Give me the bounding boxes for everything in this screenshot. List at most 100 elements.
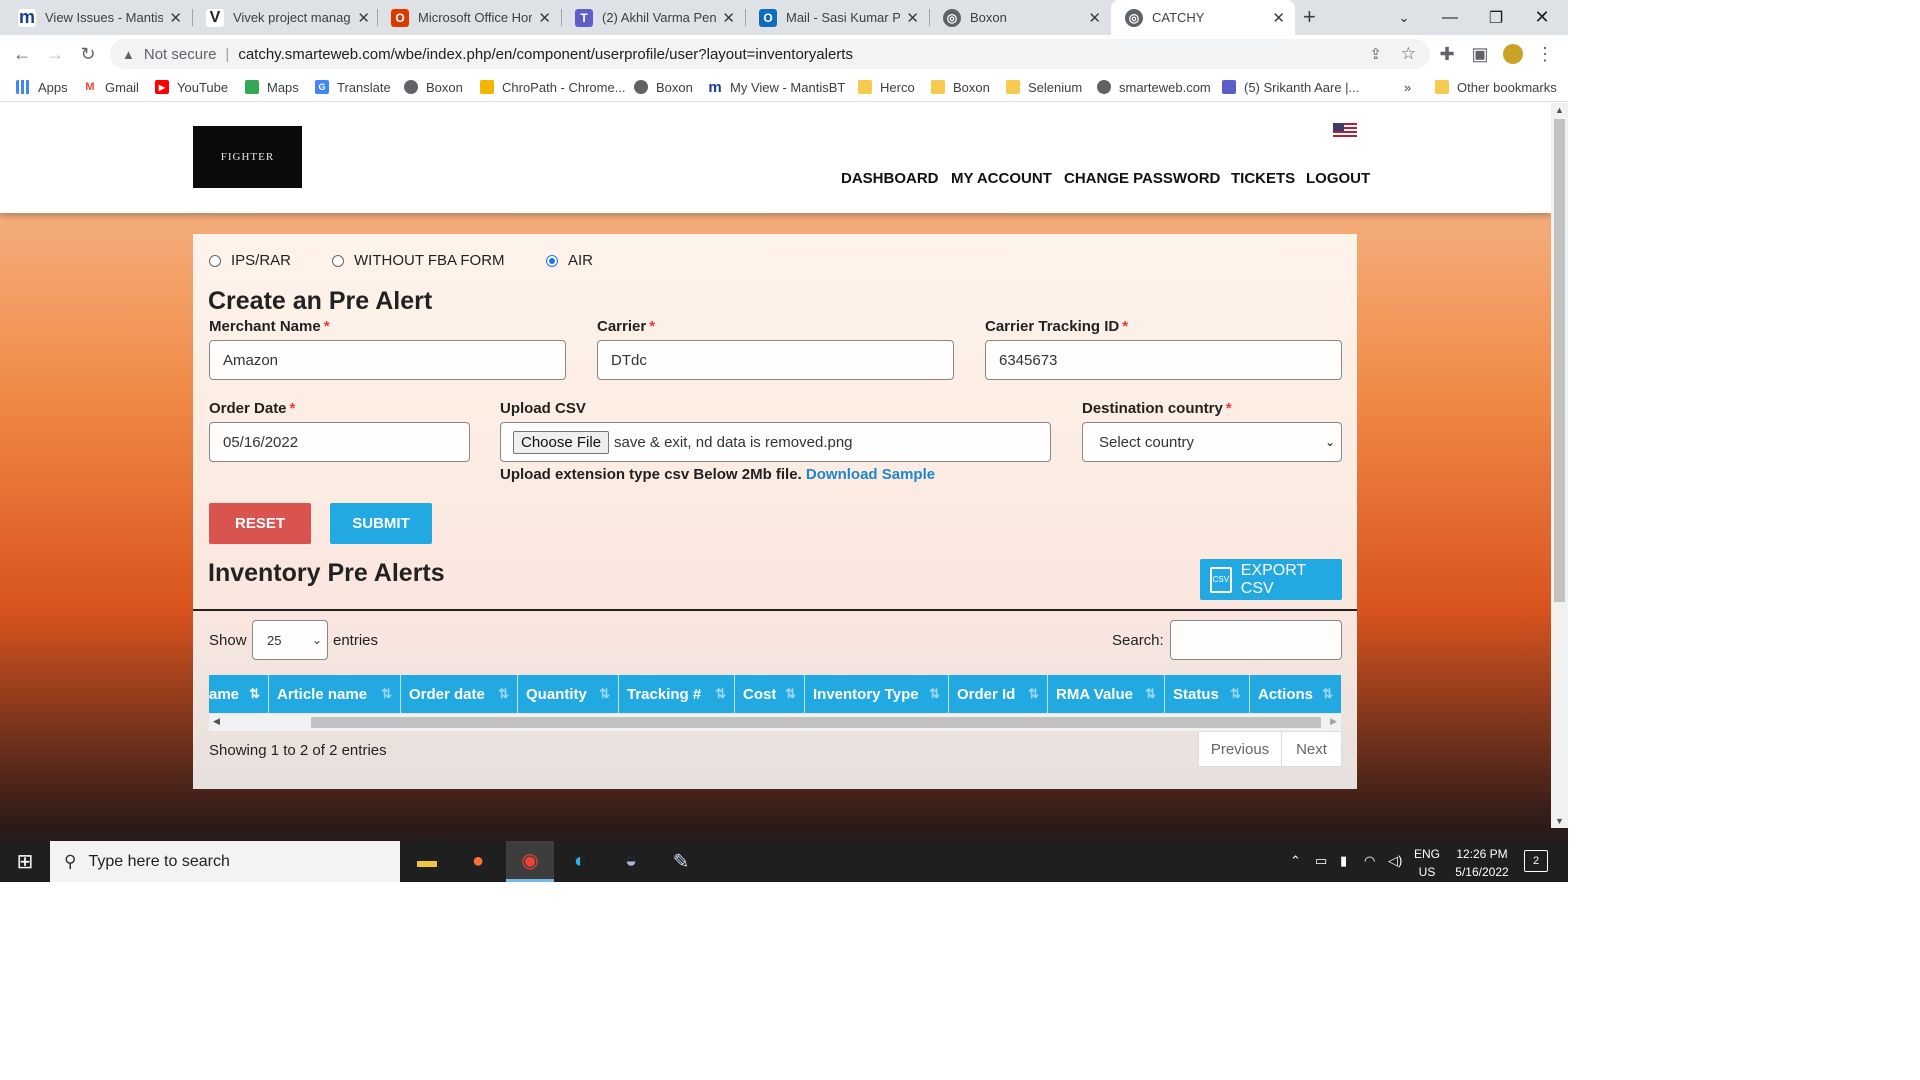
bookmark-boxon-2[interactable]: Boxon: [634, 78, 693, 96]
radio-button-selected[interactable]: [546, 254, 558, 267]
bookmark-apps[interactable]: Apps: [16, 78, 68, 96]
share-icon[interactable]: ⇪: [1369, 45, 1382, 63]
star-icon[interactable]: ☆: [1401, 44, 1416, 64]
scroll-down-icon[interactable]: ▼: [1555, 816, 1564, 826]
tray-chevron-icon[interactable]: ⌃: [1290, 853, 1301, 869]
other-bookmarks[interactable]: Other bookmarks: [1435, 78, 1557, 96]
avatar[interactable]: [1500, 41, 1526, 67]
close-icon[interactable]: ✕: [906, 9, 919, 27]
tracking-id-input[interactable]: 6345673: [985, 340, 1342, 380]
order-date-input[interactable]: 05/16/2022: [209, 422, 470, 462]
close-icon[interactable]: ✕: [357, 9, 370, 27]
meet-icon[interactable]: ▭: [1315, 853, 1327, 869]
tab-6-active[interactable]: ◎ CATCHY ✕: [1111, 0, 1295, 35]
radio-air[interactable]: AIR: [546, 252, 593, 269]
minimize-button[interactable]: —: [1428, 0, 1472, 35]
bookmark-herco[interactable]: Herco: [858, 78, 915, 96]
reload-icon[interactable]: ↻: [75, 41, 101, 67]
tab-2[interactable]: O Microsoft Office Hom ✕: [377, 0, 561, 35]
bookmark-boxon-folder[interactable]: Boxon: [931, 78, 990, 96]
carrier-input[interactable]: DTdc: [597, 340, 954, 380]
bookmark-chropath[interactable]: ChroPath - Chrome...: [480, 78, 626, 96]
column-header[interactable]: Article name ⇅: [269, 675, 401, 713]
language-indicator[interactable]: ENG US: [1413, 845, 1441, 881]
nav-logout[interactable]: LOGOUT: [1306, 170, 1370, 187]
forward-icon[interactable]: →: [42, 41, 68, 67]
column-header[interactable]: Quantity ⇅: [518, 675, 619, 713]
notification-center-icon[interactable]: 2: [1524, 850, 1548, 872]
tab-1[interactable]: V Vivek project managr ✕: [192, 0, 380, 35]
export-csv-button[interactable]: CSV EXPORT CSV: [1200, 559, 1342, 600]
eclipse-icon[interactable]: ◒: [615, 846, 647, 876]
previous-page-button[interactable]: Previous: [1198, 731, 1282, 767]
paint-icon[interactable]: ✎: [665, 846, 697, 876]
url-text[interactable]: catchy.smarteweb.com/wbe/index.php/en/co…: [238, 46, 853, 63]
page-size-select[interactable]: 25 ⌄: [252, 620, 328, 660]
firefox-icon[interactable]: ●: [462, 846, 494, 876]
windows-start-icon[interactable]: ⊞: [9, 846, 41, 876]
extensions-icon[interactable]: ✚: [1434, 41, 1460, 67]
bookmark-mantis[interactable]: m My View - MantisBT: [708, 78, 845, 96]
nav-tickets[interactable]: TICKETS: [1231, 170, 1295, 187]
address-bar[interactable]: ▲ Not secure | catchy.smarteweb.com/wbe/…: [110, 39, 1430, 69]
edge-icon[interactable]: ◐: [564, 846, 596, 876]
nav-dashboard[interactable]: DASHBOARD: [841, 170, 939, 187]
nav-change-password[interactable]: CHANGE PASSWORD: [1064, 170, 1220, 187]
file-explorer-icon[interactable]: ▬: [411, 846, 443, 876]
bookmark-translate[interactable]: G Translate: [315, 78, 391, 96]
bookmark-youtube[interactable]: ▶ YouTube: [155, 78, 228, 96]
close-icon[interactable]: ✕: [1272, 9, 1285, 27]
back-icon[interactable]: ←: [9, 41, 35, 67]
close-window-button[interactable]: ✕: [1520, 0, 1564, 35]
taskbar-search-input[interactable]: ⚲ Type here to search: [50, 841, 400, 882]
volume-icon[interactable]: ◁): [1388, 853, 1402, 869]
tab-search-icon[interactable]: ⌄: [1382, 0, 1426, 35]
close-icon[interactable]: ✕: [538, 9, 551, 27]
wifi-icon[interactable]: ◠: [1364, 853, 1375, 869]
submit-button[interactable]: SUBMIT: [330, 503, 432, 544]
bookmark-smarteweb[interactable]: smarteweb.com: [1097, 78, 1211, 96]
us-flag-icon[interactable]: [1333, 123, 1357, 138]
page-vertical-scrollbar[interactable]: ▲ ▼: [1551, 103, 1568, 828]
column-header[interactable]: Actions ⇅: [1250, 675, 1341, 713]
column-header[interactable]: Cost ⇅: [735, 675, 805, 713]
scrollbar-thumb[interactable]: [1554, 119, 1565, 602]
scroll-left-icon[interactable]: ◀: [213, 716, 220, 727]
more-bookmarks-button[interactable]: »: [1404, 78, 1411, 96]
close-icon[interactable]: ✕: [169, 9, 182, 27]
bookmark-maps[interactable]: Maps: [245, 78, 299, 96]
battery-icon[interactable]: ▮: [1340, 853, 1347, 869]
radio-button[interactable]: [332, 254, 344, 267]
site-logo[interactable]: FIGHTER: [193, 126, 302, 188]
reset-button[interactable]: RESET: [209, 503, 311, 544]
choose-file-button[interactable]: Choose File: [513, 430, 610, 454]
radio-ips-rar[interactable]: IPS/RAR: [209, 252, 291, 269]
warning-icon[interactable]: ▲: [122, 47, 135, 62]
merchant-input[interactable]: Amazon: [209, 340, 566, 380]
destination-country-select[interactable]: Select country ⌄: [1082, 422, 1342, 462]
radio-without-fba[interactable]: WITHOUT FBA FORM: [332, 252, 505, 269]
column-header[interactable]: RMA Value ⇅: [1048, 675, 1165, 713]
close-icon[interactable]: ✕: [1088, 9, 1101, 27]
radio-button[interactable]: [209, 254, 221, 267]
bookmark-gmail[interactable]: M Gmail: [83, 78, 139, 96]
column-header[interactable]: Order date ⇅: [401, 675, 518, 713]
chrome-icon[interactable]: ◉: [506, 841, 554, 882]
next-page-button[interactable]: Next: [1281, 731, 1342, 767]
menu-kebab-icon[interactable]: ⋮: [1532, 41, 1558, 67]
column-header[interactable]: Inventory Type ⇅: [805, 675, 949, 713]
side-panel-icon[interactable]: ▣: [1467, 41, 1493, 67]
bookmark-boxon-1[interactable]: Boxon: [404, 78, 463, 96]
security-label[interactable]: Not secure: [144, 46, 217, 63]
file-upload-input[interactable]: Choose File save & exit, nd data is remo…: [500, 422, 1051, 462]
tab-5[interactable]: ◎ Boxon ✕: [929, 0, 1111, 35]
column-header[interactable]: Status ⇅: [1165, 675, 1250, 713]
column-header[interactable]: Order Id ⇅: [949, 675, 1048, 713]
table-horizontal-scrollbar[interactable]: ◀ ▶: [209, 714, 1341, 731]
maximize-button[interactable]: ❐: [1474, 0, 1518, 35]
clock[interactable]: 12:26 PM 5/16/2022: [1450, 845, 1514, 881]
bookmark-selenium[interactable]: Selenium: [1006, 78, 1082, 96]
bookmark-teams[interactable]: (5) Srikanth Aare |...: [1222, 78, 1359, 96]
scrollbar-thumb[interactable]: [311, 717, 1321, 728]
nav-my-account[interactable]: MY ACCOUNT: [951, 170, 1052, 187]
